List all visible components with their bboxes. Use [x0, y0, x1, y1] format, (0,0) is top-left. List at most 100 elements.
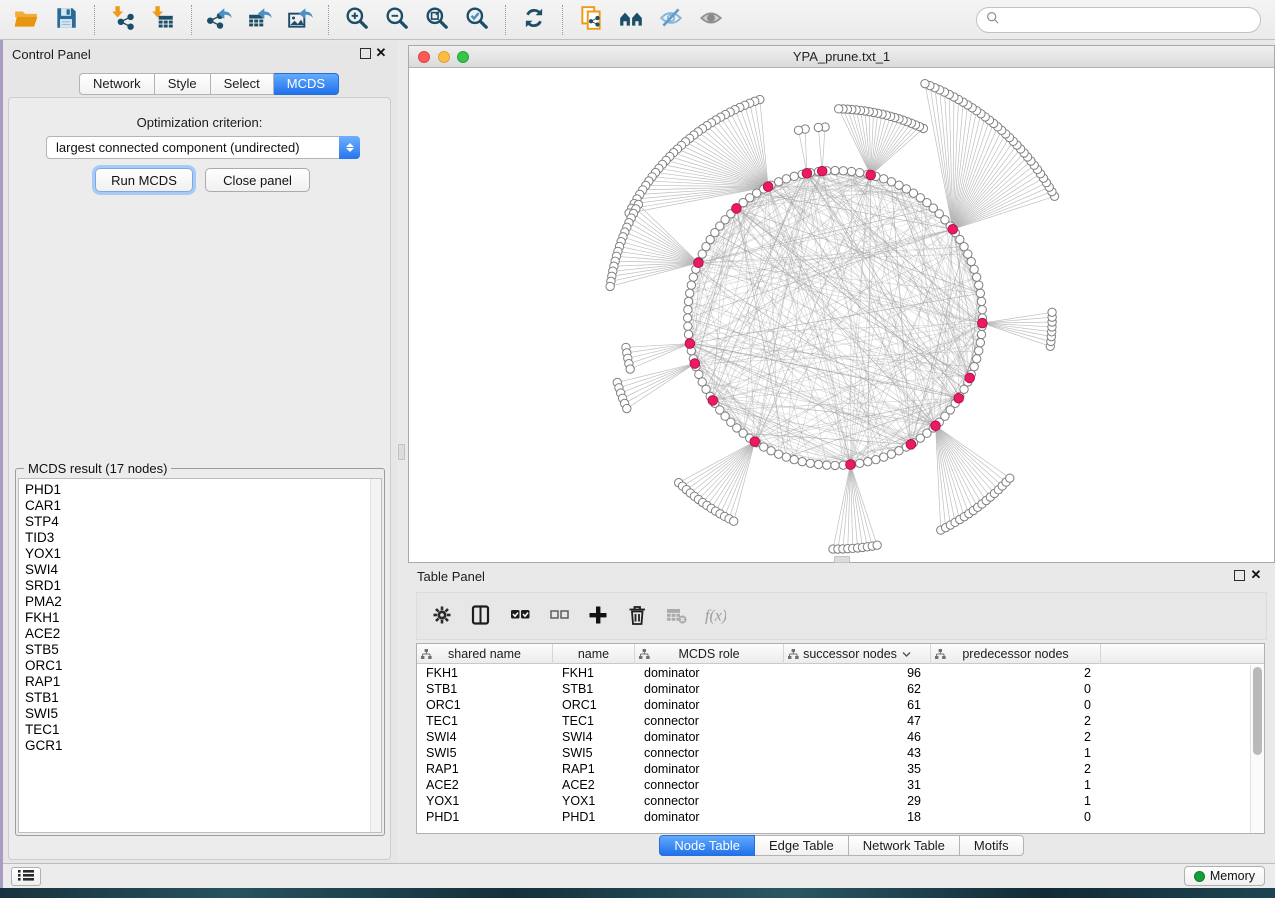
- mcds-result-item[interactable]: PHD1: [25, 482, 381, 498]
- zoom-selected-button[interactable]: [457, 4, 497, 36]
- cell-predecessor-nodes[interactable]: 1: [931, 777, 1101, 793]
- cell-predecessor-nodes[interactable]: 0: [931, 681, 1101, 697]
- mcds-node[interactable]: [685, 339, 695, 349]
- cell-name[interactable]: YOX1: [553, 793, 635, 809]
- network-node[interactable]: [626, 365, 634, 373]
- mcds-node[interactable]: [846, 460, 856, 470]
- mcds-node[interactable]: [732, 204, 742, 214]
- cell-name[interactable]: ORC1: [553, 697, 635, 713]
- network-node[interactable]: [839, 167, 847, 175]
- mcds-node[interactable]: [866, 170, 876, 180]
- cell-shared-name[interactable]: ORC1: [417, 697, 553, 713]
- table-settings-button[interactable]: [427, 601, 457, 631]
- network-node[interactable]: [872, 455, 880, 463]
- node-table[interactable]: shared namenameMCDS rolesuccessor nodesp…: [416, 643, 1265, 834]
- cell-successor-nodes[interactable]: 29: [784, 793, 931, 809]
- network-node[interactable]: [976, 289, 984, 297]
- cell-shared-name[interactable]: STB1: [417, 681, 553, 697]
- network-node[interactable]: [834, 105, 842, 113]
- network-node[interactable]: [798, 458, 806, 466]
- float-window-icon[interactable]: [360, 48, 371, 59]
- network-node[interactable]: [880, 453, 888, 461]
- network-node[interactable]: [976, 338, 984, 346]
- table-row[interactable]: SWI4SWI4dominator462: [417, 729, 1250, 745]
- show-panels-button[interactable]: [11, 867, 41, 886]
- network-node[interactable]: [606, 282, 614, 290]
- mcds-result-item[interactable]: TEC1: [25, 722, 381, 738]
- network-node[interactable]: [864, 458, 872, 466]
- search-box[interactable]: [976, 7, 1261, 33]
- import-table-button[interactable]: [143, 4, 183, 36]
- table-row[interactable]: SWI5SWI5connector431: [417, 745, 1250, 761]
- network-node[interactable]: [921, 79, 929, 87]
- table-row[interactable]: YOX1YOX1connector291: [417, 793, 1250, 809]
- cell-name[interactable]: SWI5: [553, 745, 635, 761]
- network-node[interactable]: [823, 461, 831, 469]
- zoom-in-button[interactable]: [337, 4, 377, 36]
- network-node[interactable]: [686, 289, 694, 297]
- export-table-button[interactable]: [240, 4, 280, 36]
- column-header-predecessor-nodes[interactable]: predecessor nodes: [931, 644, 1101, 664]
- mcds-node[interactable]: [750, 437, 760, 447]
- cell-successor-nodes[interactable]: 31: [784, 777, 931, 793]
- network-node[interactable]: [687, 281, 695, 289]
- cell-MCDS-role[interactable]: connector: [635, 713, 784, 729]
- network-node[interactable]: [782, 175, 790, 183]
- network-node[interactable]: [774, 450, 782, 458]
- cell-MCDS-role[interactable]: dominator: [635, 697, 784, 713]
- network-node[interactable]: [814, 460, 822, 468]
- cell-successor-nodes[interactable]: 35: [784, 761, 931, 777]
- mcds-node[interactable]: [948, 224, 958, 234]
- tab-network-table[interactable]: Network Table: [849, 835, 960, 856]
- column-header-successor-nodes[interactable]: successor nodes: [784, 644, 931, 664]
- delete-column-button[interactable]: [622, 601, 652, 631]
- network-node[interactable]: [689, 273, 697, 281]
- column-header-MCDS-role[interactable]: MCDS role: [635, 644, 784, 664]
- cell-predecessor-nodes[interactable]: 1: [931, 793, 1101, 809]
- mcds-result-item[interactable]: CAR1: [25, 498, 381, 514]
- network-node[interactable]: [684, 322, 692, 330]
- cell-successor-nodes[interactable]: 96: [784, 665, 931, 681]
- cell-predecessor-nodes[interactable]: 1: [931, 745, 1101, 761]
- cell-MCDS-role[interactable]: dominator: [635, 809, 784, 825]
- tab-select[interactable]: Select: [211, 73, 274, 95]
- network-node[interactable]: [684, 330, 692, 338]
- column-header-shared-name[interactable]: shared name: [417, 644, 553, 664]
- cell-MCDS-role[interactable]: dominator: [635, 729, 784, 745]
- birds-eye-button[interactable]: [611, 4, 651, 36]
- cell-name[interactable]: RAP1: [553, 761, 635, 777]
- network-node[interactable]: [970, 362, 978, 370]
- network-node[interactable]: [847, 167, 855, 175]
- network-node[interactable]: [730, 517, 738, 525]
- network-node[interactable]: [1006, 474, 1014, 482]
- table-scrollbar[interactable]: [1250, 665, 1264, 833]
- network-node[interactable]: [975, 347, 983, 355]
- export-image-button[interactable]: [280, 4, 320, 36]
- network-node[interactable]: [972, 355, 980, 363]
- network-node[interactable]: [880, 175, 888, 183]
- network-node[interactable]: [856, 459, 864, 467]
- tab-style[interactable]: Style: [155, 73, 211, 95]
- mcds-node[interactable]: [690, 359, 700, 369]
- cell-successor-nodes[interactable]: 18: [784, 809, 931, 825]
- cell-MCDS-role[interactable]: connector: [635, 745, 784, 761]
- close-panel-button[interactable]: Close panel: [205, 168, 310, 192]
- close-icon[interactable]: ✕: [374, 45, 388, 61]
- create-column-button[interactable]: [583, 601, 613, 631]
- cell-predecessor-nodes[interactable]: 2: [931, 713, 1101, 729]
- network-node[interactable]: [794, 126, 802, 134]
- mcds-result-item[interactable]: SWI5: [25, 706, 381, 722]
- cell-name[interactable]: STB1: [553, 681, 635, 697]
- deselect-all-columns-button[interactable]: [544, 601, 574, 631]
- mcds-node[interactable]: [954, 393, 964, 403]
- mcds-result-item[interactable]: ACE2: [25, 626, 381, 642]
- mcds-node[interactable]: [978, 318, 988, 328]
- close-icon[interactable]: ✕: [1249, 567, 1263, 583]
- network-node[interactable]: [790, 172, 798, 180]
- mcds-result-item[interactable]: ORC1: [25, 658, 381, 674]
- tab-network[interactable]: Network: [79, 73, 155, 95]
- mcds-result-item[interactable]: SRD1: [25, 578, 381, 594]
- cell-successor-nodes[interactable]: 46: [784, 729, 931, 745]
- mcds-node[interactable]: [817, 166, 827, 176]
- cell-predecessor-nodes[interactable]: 2: [931, 761, 1101, 777]
